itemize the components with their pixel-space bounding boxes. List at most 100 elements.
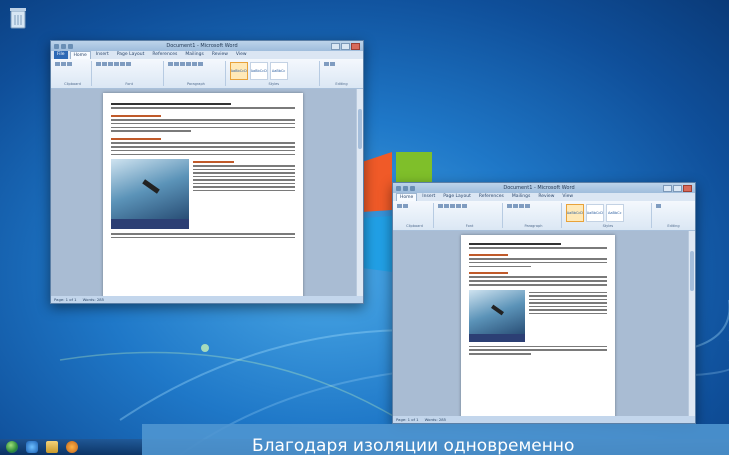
- image-with-text: [111, 159, 295, 230]
- underline-icon[interactable]: [450, 204, 455, 208]
- page-count[interactable]: Page: 1 of 1: [54, 297, 77, 302]
- justify-icon[interactable]: [198, 62, 204, 66]
- group-label: Editing: [667, 224, 680, 228]
- tab-insert[interactable]: Insert: [419, 193, 438, 201]
- word-window-back[interactable]: Document1 - Microsoft Word Home Insert P…: [392, 182, 696, 424]
- text-line: [193, 189, 295, 192]
- undo-icon[interactable]: [61, 43, 66, 49]
- title-bar[interactable]: Document1 - Microsoft Word: [51, 41, 363, 51]
- title-bar[interactable]: Document1 - Microsoft Word: [393, 183, 695, 193]
- office-button-icon[interactable]: [396, 185, 401, 191]
- style-no-spacing[interactable]: AaBbCcDc: [249, 62, 268, 80]
- replace-icon[interactable]: [330, 62, 335, 66]
- align-left-icon[interactable]: [180, 62, 186, 66]
- section-heading: [111, 137, 161, 140]
- style-no-spacing[interactable]: AaBbCcDc: [585, 204, 604, 222]
- document-area[interactable]: [51, 89, 363, 296]
- find-icon[interactable]: [655, 204, 661, 208]
- tab-mailings[interactable]: Mailings: [509, 193, 533, 201]
- satellite-image[interactable]: [469, 289, 525, 342]
- italic-icon[interactable]: [102, 62, 107, 66]
- vertical-scrollbar[interactable]: [356, 89, 363, 296]
- start-orb[interactable]: [6, 441, 18, 453]
- ribbon: Clipboard Font Paragraph AaBbCcDc AaBbCc…: [393, 201, 695, 231]
- align-right-icon[interactable]: [192, 62, 198, 66]
- group-label: Clipboard: [406, 224, 423, 228]
- quick-access-toolbar[interactable]: [54, 43, 73, 49]
- tab-view[interactable]: View: [559, 193, 576, 201]
- tab-home[interactable]: Home: [69, 51, 91, 59]
- word-count[interactable]: Words: 285: [83, 297, 104, 302]
- document-page[interactable]: [103, 93, 303, 296]
- tab-page-layout[interactable]: Page Layout: [440, 193, 474, 201]
- internet-explorer-icon[interactable]: [26, 441, 38, 453]
- close-button[interactable]: [351, 42, 360, 50]
- bold-icon[interactable]: [438, 204, 443, 208]
- tab-references[interactable]: References: [476, 193, 507, 201]
- copy-icon[interactable]: [67, 62, 72, 66]
- recycle-bin-icon[interactable]: [8, 6, 28, 30]
- cut-icon[interactable]: [403, 204, 408, 208]
- align-center-icon[interactable]: [186, 62, 192, 66]
- underline-icon[interactable]: [108, 62, 113, 66]
- font-color-icon[interactable]: [120, 62, 125, 66]
- folder-icon[interactable]: [46, 441, 58, 453]
- text-line: [529, 291, 607, 294]
- close-button[interactable]: [683, 184, 692, 192]
- style-heading-1[interactable]: AaBbCc: [269, 62, 288, 80]
- italic-icon[interactable]: [444, 204, 449, 208]
- word-window-front[interactable]: Document1 - Microsoft Word File Home Ins…: [50, 40, 364, 304]
- media-player-icon[interactable]: [66, 441, 78, 453]
- tab-home[interactable]: Home: [396, 193, 418, 201]
- tab-file[interactable]: File: [54, 51, 68, 59]
- tab-references[interactable]: References: [149, 51, 180, 59]
- minimize-button[interactable]: [331, 42, 340, 50]
- align-left-icon[interactable]: [519, 204, 525, 208]
- find-icon[interactable]: [324, 62, 329, 66]
- window-title: Document1 - Microsoft Word: [166, 43, 238, 49]
- tab-review[interactable]: Review: [209, 51, 231, 59]
- tab-view[interactable]: View: [233, 51, 250, 59]
- font-color-icon[interactable]: [462, 204, 467, 208]
- vertical-scrollbar[interactable]: [688, 231, 695, 416]
- quick-access-toolbar[interactable]: [396, 185, 415, 191]
- style-normal[interactable]: AaBbCcDc: [565, 204, 584, 222]
- text-line: [529, 309, 607, 311]
- style-heading-1[interactable]: AaBbCc: [605, 204, 624, 222]
- numbering-icon[interactable]: [513, 204, 519, 208]
- page-count[interactable]: Page: 1 of 1: [396, 417, 419, 422]
- text-line: [469, 345, 607, 348]
- tab-mailings[interactable]: Mailings: [182, 51, 206, 59]
- maximize-button[interactable]: [673, 184, 682, 192]
- document-page[interactable]: [461, 235, 615, 416]
- numbering-icon[interactable]: [174, 62, 180, 66]
- cut-icon[interactable]: [61, 62, 66, 66]
- font-size-icon[interactable]: [114, 62, 119, 66]
- align-center-icon[interactable]: [525, 204, 531, 208]
- tab-insert[interactable]: Insert: [93, 51, 112, 59]
- word-count[interactable]: Words: 285: [425, 417, 446, 422]
- bold-icon[interactable]: [96, 62, 101, 66]
- text-line: [469, 258, 607, 260]
- group-clipboard: Clipboard: [54, 61, 92, 86]
- minimize-button[interactable]: [663, 184, 672, 192]
- font-size-icon[interactable]: [456, 204, 461, 208]
- text-line: [469, 243, 562, 245]
- satellite-image[interactable]: [111, 159, 189, 230]
- paste-icon[interactable]: [397, 204, 402, 208]
- highlight-icon[interactable]: [126, 62, 131, 66]
- tab-page-layout[interactable]: Page Layout: [114, 51, 148, 59]
- ribbon-tabs: Home Insert Page Layout References Maili…: [393, 193, 695, 201]
- save-icon[interactable]: [54, 43, 59, 49]
- document-area[interactable]: [393, 231, 695, 416]
- text-line: [469, 280, 607, 282]
- save-icon[interactable]: [403, 185, 408, 191]
- tab-review[interactable]: Review: [535, 193, 557, 201]
- paste-icon[interactable]: [55, 62, 60, 66]
- style-normal[interactable]: AaBbCcDc: [229, 62, 248, 80]
- text-line: [111, 236, 295, 239]
- maximize-button[interactable]: [341, 42, 350, 50]
- bullets-icon[interactable]: [507, 204, 513, 208]
- text-line: [469, 276, 607, 278]
- bullets-icon[interactable]: [168, 62, 174, 66]
